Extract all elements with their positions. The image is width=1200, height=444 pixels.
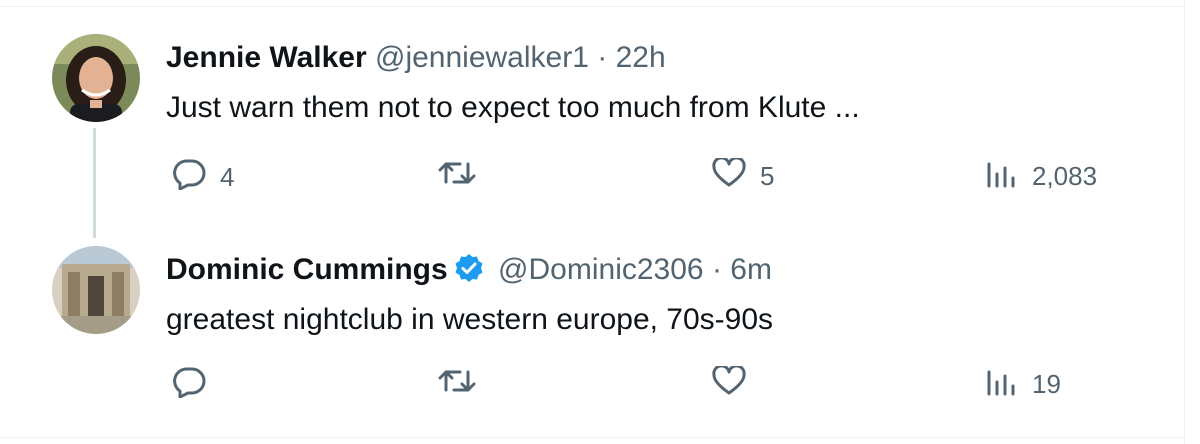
bottom-divider [0,437,1184,438]
reply-icon [172,366,206,405]
timestamp[interactable]: 6m [730,253,772,286]
view-count: 2,083 [1032,161,1098,191]
heart-icon [712,156,746,195]
views-bar-chart-icon [986,366,1018,403]
timestamp[interactable]: 22h [616,41,666,74]
action-bar: 19 [166,364,1126,406]
top-divider [0,6,1184,7]
separator-dot: · [711,253,722,286]
reply-icon [172,158,206,197]
reply-count: 4 [220,162,235,192]
reply-button[interactable] [172,366,220,405]
retweet-icon [438,366,476,403]
retweet-icon [438,158,476,195]
separator-dot: · [597,41,608,74]
avatar[interactable] [52,34,140,122]
right-divider [1184,0,1185,444]
reply-button[interactable]: 4 [172,158,234,197]
user-handle[interactable]: @jenniewalker1 [375,41,589,74]
view-count: 19 [1032,369,1061,399]
views-bar-chart-icon [986,158,1018,195]
tweet-header: Jennie Walker @jenniewalker1 · 22h [166,40,666,76]
thread-connector-line [93,128,96,238]
display-name[interactable]: Dominic Cummings [166,253,448,286]
action-bar: 4 5 2,083 [166,156,1126,198]
tweet-text: Just warn them not to expect too much fr… [166,91,860,124]
like-button[interactable]: 5 [712,156,775,195]
like-count: 5 [760,161,775,191]
like-button[interactable] [712,364,760,403]
verified-badge-icon [454,253,484,292]
user-handle[interactable]: @Dominic2306 [498,253,704,286]
retweet-button[interactable] [438,366,490,403]
views-button[interactable]: 19 [986,366,1061,403]
views-button[interactable]: 2,083 [986,158,1097,195]
tweet-text: greatest nightclub in western europe, 70… [166,303,774,336]
heart-icon [712,364,746,403]
tweet-header: Dominic Cummings @Dominic2306 · 6m [166,252,772,292]
display-name[interactable]: Jennie Walker [166,41,367,74]
retweet-button[interactable] [438,158,490,195]
avatar[interactable] [52,246,140,334]
